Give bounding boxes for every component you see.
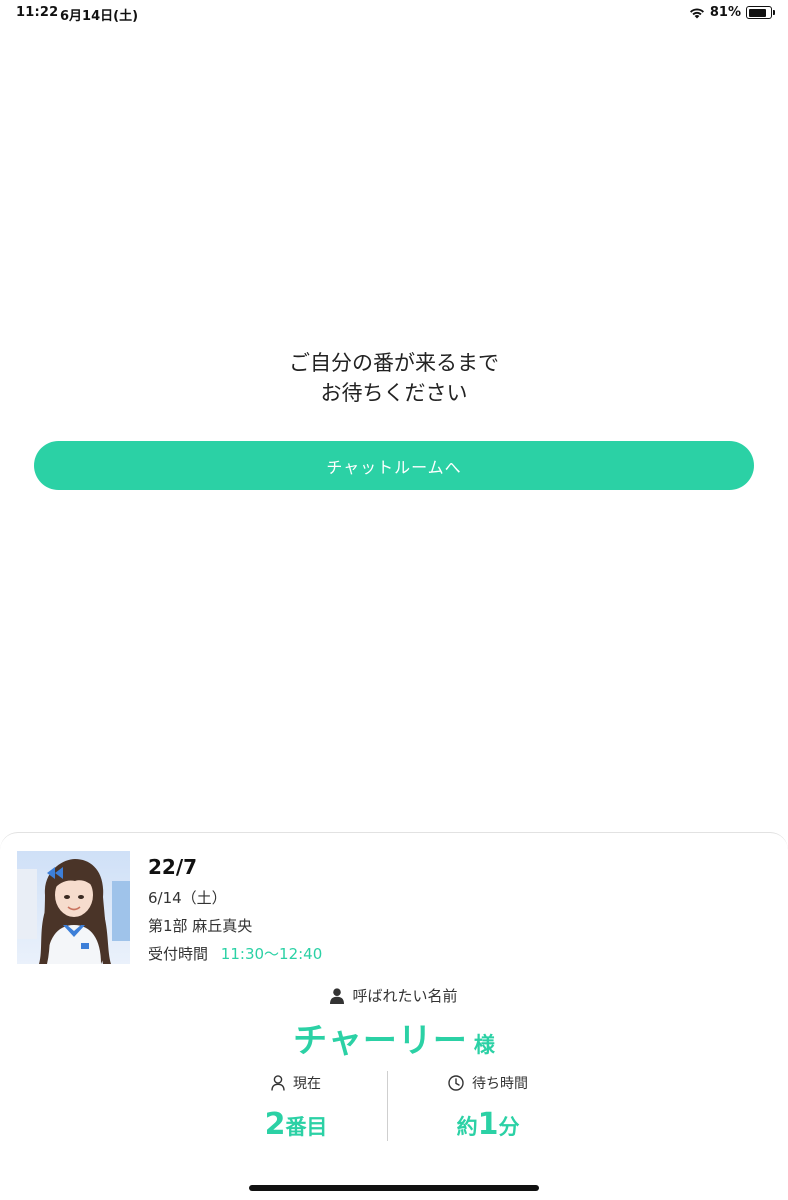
event-date: 6/14（土） [148, 889, 227, 907]
callname-suffix: 様 [473, 1033, 495, 1057]
current-value: 2番目 [196, 1107, 396, 1142]
status-indicators: 81% [689, 5, 775, 20]
battery-icon [746, 6, 775, 19]
home-indicator[interactable] [249, 1185, 539, 1191]
person-filled-icon [330, 987, 345, 1004]
status-time: 11:22 [16, 5, 59, 20]
current-label: 現在 [293, 1076, 321, 1092]
status-bar: 11:22 6月14日(土) 81% [0, 0, 788, 26]
session-member: 第1部 麻丘真央 [148, 917, 253, 935]
current-label-row: 現在 [196, 1073, 396, 1093]
page: 11:22 6月14日(土) 81% ご自分の番が来るまで お待ちください チャ… [0, 0, 788, 1200]
wait-unit: 分 [498, 1115, 520, 1139]
wait-time: 待ち時間 約1分 [388, 1073, 588, 1142]
status-date: 6月14日(土) [60, 9, 139, 24]
reception-time: 11:30〜12:40 [220, 945, 323, 963]
reception-info: 受付時間 11:30〜12:40 [148, 943, 322, 964]
clock-icon [448, 1075, 464, 1091]
battery-percent: 81% [709, 5, 741, 20]
callname-value: チャーリー様 [0, 1013, 788, 1062]
wait-number: 1 [477, 1107, 499, 1142]
wait-value: 約1分 [388, 1107, 588, 1142]
current-position: 現在 2番目 [196, 1073, 396, 1142]
callname-label-row: 呼ばれたい名前 [0, 985, 788, 1006]
reception-label: 受付時間 [148, 945, 209, 963]
wifi-icon [689, 8, 704, 18]
callname-label: 呼ばれたい名前 [352, 987, 458, 1005]
person-outline-icon [271, 1075, 285, 1091]
wait-message-line2: お待ちください [320, 381, 468, 405]
group-name: 22/7 [148, 855, 198, 879]
chat-room-button[interactable]: チャットルームへ [34, 441, 754, 490]
wait-label: 待ち時間 [472, 1076, 528, 1092]
callname: チャーリー [293, 1021, 468, 1061]
wait-label-row: 待ち時間 [388, 1073, 588, 1093]
current-number: 2 [264, 1107, 286, 1142]
battery-fill [748, 8, 766, 17]
wait-message-line1: ご自分の番が来るまで [289, 351, 499, 375]
wait-message: ご自分の番が来るまで お待ちください [0, 348, 788, 408]
wait-prefix: 約 [456, 1115, 478, 1139]
member-photo [17, 851, 130, 964]
current-unit: 番目 [285, 1115, 328, 1139]
ticket-card: 22/7 6/14（土） 第1部 麻丘真央 受付時間 11:30〜12:40 呼… [0, 832, 788, 1200]
